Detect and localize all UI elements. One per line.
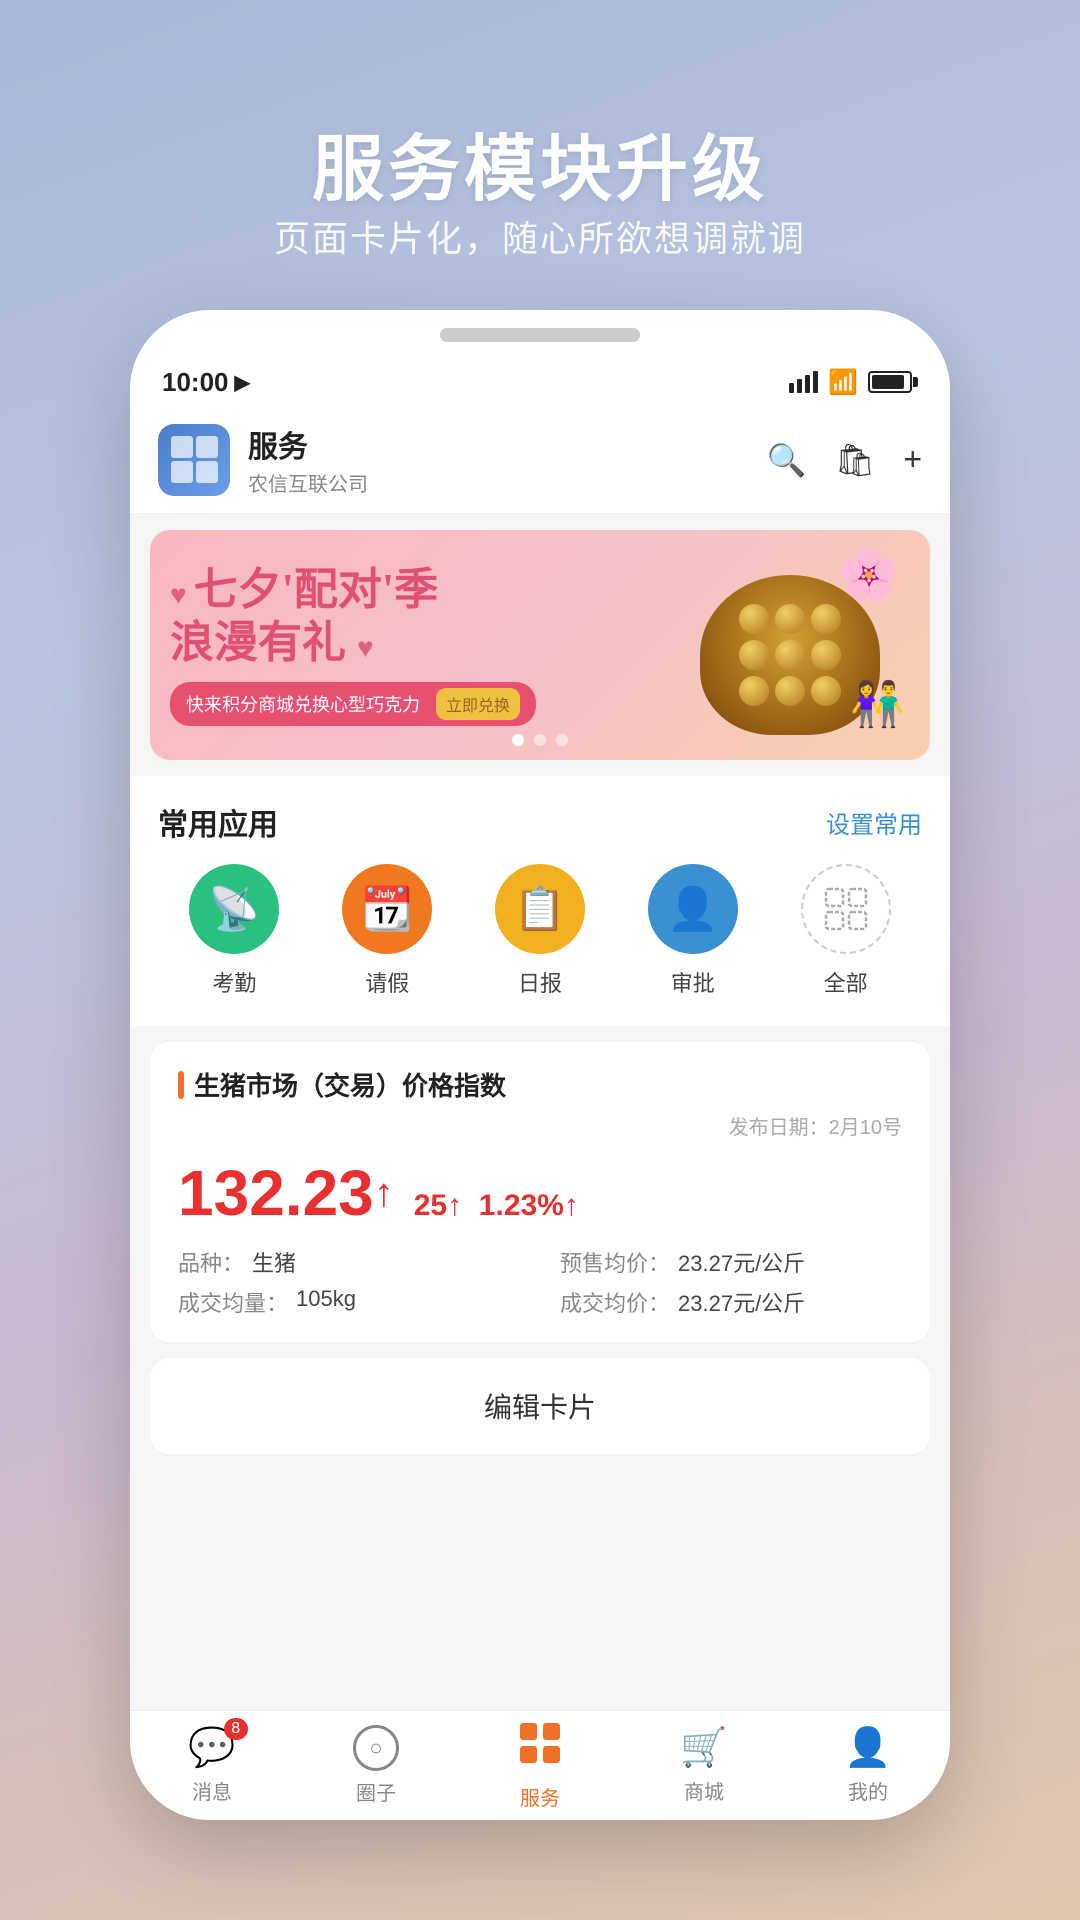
section-title: 常用应用 xyxy=(158,800,278,844)
banner-dots xyxy=(512,734,568,746)
tab-mall-label: 商城 xyxy=(684,1776,724,1805)
qingjia-label: 请假 xyxy=(365,966,409,998)
tab-messages[interactable]: 💬 8 消息 xyxy=(130,1726,294,1805)
bg-subtitle: 页面卡片化，随心所欲想调就调 xyxy=(0,210,1080,262)
price-detail-avg: 成交均价： 23.27元/公斤 xyxy=(560,1286,902,1318)
search-icon[interactable]: 🔍 xyxy=(767,441,807,479)
qingjia-icon: 📆 xyxy=(342,864,432,954)
bag-icon[interactable]: 🛍 xyxy=(835,441,876,479)
app-logo xyxy=(158,424,230,496)
phone-screen: 10:00 ▶ 📶 xyxy=(130,352,950,1817)
section-action-btn[interactable]: 设置常用 xyxy=(826,805,922,840)
tab-bar: 💬 8 消息 ○ 圈子 服务 🛒 商城 👤 我的 xyxy=(130,1710,950,1817)
phone-notch xyxy=(440,328,640,342)
banner-hearts-left: ♥ xyxy=(170,580,194,611)
price-detail-breed: 品种： 生猪 xyxy=(178,1246,520,1278)
tab-mine-label: 我的 xyxy=(848,1776,888,1805)
dot-2 xyxy=(534,734,546,746)
price-change: 25↑ 1.23%↑ xyxy=(414,1189,579,1223)
exchange-btn[interactable]: 立即兑换 xyxy=(436,688,520,720)
tab-mall[interactable]: 🛒 商城 xyxy=(622,1726,786,1805)
banner-sub: 快来积分商城兑换心型巧克力 立即兑换 xyxy=(170,682,536,726)
wifi-icon: 📶 xyxy=(828,368,858,397)
tab-service-label: 服务 xyxy=(520,1782,560,1811)
quanbu-label: 全部 xyxy=(824,966,868,998)
price-details: 品种： 生猪 预售均价： 23.27元/公斤 成交均量： 105kg 成交均价：… xyxy=(178,1246,902,1318)
app-title: 服务 xyxy=(248,422,767,466)
quanbu-icon xyxy=(801,864,891,954)
tab-badge: 8 xyxy=(224,1718,248,1740)
price-date: 发布日期：2月10号 xyxy=(178,1111,902,1140)
edit-card-btn[interactable]: 编辑卡片 xyxy=(150,1358,930,1454)
price-value: 132.23 ↑ xyxy=(178,1156,394,1230)
location-icon: ▶ xyxy=(235,370,250,395)
price-detail-volume: 成交均量： 105kg xyxy=(178,1286,520,1318)
app-subtitle: 农信互联公司 xyxy=(248,468,767,497)
banner-title: ♥ 七夕'配对'季 浪漫有礼 ♥ xyxy=(170,564,670,670)
kaoqin-icon: 📡 xyxy=(189,864,279,954)
status-bar: 10:00 ▶ 📶 xyxy=(130,352,950,406)
price-main-row: 132.23 ↑ 25↑ 1.23%↑ xyxy=(178,1156,902,1230)
dot-1 xyxy=(512,734,524,746)
app-shenpi[interactable]: 👤 审批 xyxy=(616,864,769,998)
bg-title: 服务模块升级 xyxy=(0,110,1080,215)
price-card: 生猪市场（交易）价格指数 发布日期：2月10号 132.23 ↑ 25↑ 1.2… xyxy=(150,1042,930,1342)
tab-mine[interactable]: 👤 我的 xyxy=(786,1726,950,1805)
price-card-title: 生猪市场（交易）价格指数 xyxy=(178,1066,902,1103)
price-detail-presell: 预售均价： 23.27元/公斤 xyxy=(560,1246,902,1278)
app-kaoqin[interactable]: 📡 考勤 xyxy=(158,864,311,998)
ribao-icon: 📋 xyxy=(495,864,585,954)
shenpi-label: 审批 xyxy=(671,966,715,998)
add-icon[interactable]: + xyxy=(903,441,922,478)
app-qingjia[interactable]: 📆 请假 xyxy=(311,864,464,998)
tab-service[interactable]: 服务 xyxy=(458,1721,622,1811)
banner-image: 🌸 xyxy=(670,545,910,745)
phone-frame: 10:00 ▶ 📶 xyxy=(130,310,950,1820)
app-ribao[interactable]: 📋 日报 xyxy=(464,864,617,998)
banner-hearts-right: ♥ xyxy=(357,633,374,664)
tab-messages-label: 消息 xyxy=(192,1776,232,1805)
price-up-arrow: ↑ xyxy=(374,1171,394,1216)
ribao-label: 日报 xyxy=(518,966,562,998)
kaoqin-label: 考勤 xyxy=(212,966,256,998)
app-quanbu[interactable]: 全部 xyxy=(769,864,922,998)
status-time: 10:00 xyxy=(162,367,229,398)
app-header: 服务 农信互联公司 🔍 🛍 + xyxy=(130,406,950,514)
signal-icon xyxy=(789,371,818,393)
dot-3 xyxy=(556,734,568,746)
banner[interactable]: ♥ 七夕'配对'季 浪漫有礼 ♥ 快来积分商城兑换心型巧克力 立即兑换 🌸 xyxy=(150,530,930,760)
battery-icon xyxy=(868,371,918,393)
shenpi-icon: 👤 xyxy=(648,864,738,954)
common-apps-section: 常用应用 设置常用 📡 考勤 📆 请假 xyxy=(130,776,950,1026)
tab-circle[interactable]: ○ 圈子 xyxy=(294,1725,458,1806)
tab-circle-label: 圈子 xyxy=(356,1777,396,1806)
